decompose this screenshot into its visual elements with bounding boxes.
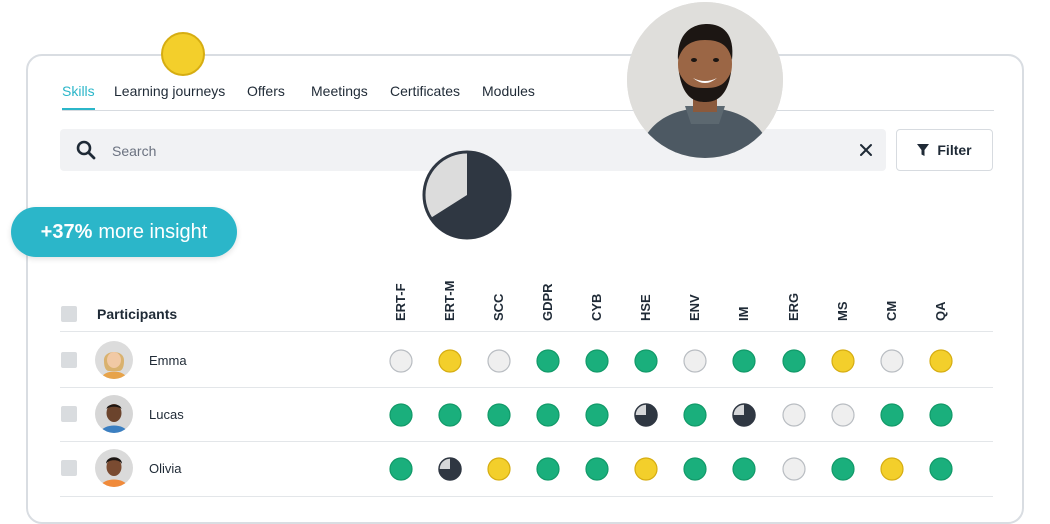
insight-badge: +37% more insight — [11, 207, 237, 257]
skill-status-green — [536, 403, 560, 427]
column-label-cm: CM — [884, 300, 899, 321]
participant-name: Emma — [149, 353, 187, 368]
row-divider — [60, 496, 993, 497]
skill-status-yellow — [438, 349, 462, 373]
skill-status-yellow — [831, 349, 855, 373]
skill-status-yellow — [487, 457, 511, 481]
skill-status-green — [929, 403, 953, 427]
skill-status-yellow — [634, 457, 658, 481]
tab-learning-journeys[interactable]: Learning journeys — [114, 83, 225, 99]
column-label-qa: QA — [933, 301, 948, 322]
row-divider — [60, 331, 993, 332]
row-divider — [60, 387, 993, 388]
filter-label: Filter — [937, 142, 972, 158]
skill-status-green — [487, 403, 511, 427]
skill-status-yellow — [880, 457, 904, 481]
column-label-cyb: CYB — [589, 293, 604, 321]
column-label-ms: MS — [835, 301, 850, 322]
avatar — [627, 2, 783, 158]
row-checkbox[interactable] — [61, 406, 77, 422]
column-label-erg: ERG — [786, 292, 801, 321]
tab-bar: Skills Learning journeys Offers Meetings… — [62, 80, 994, 111]
search-icon — [76, 140, 96, 160]
skill-status-green — [880, 403, 904, 427]
skill-status-green — [585, 457, 609, 481]
close-icon[interactable] — [858, 142, 874, 158]
column-label-ert-f: ERT-F — [393, 283, 408, 321]
skill-status-empty — [487, 349, 511, 373]
skill-status-partial — [438, 457, 462, 481]
tab-skills[interactable]: Skills — [62, 83, 95, 110]
column-label-im: IM — [736, 306, 751, 321]
column-label-ert-m: ERT-M — [442, 280, 457, 321]
skill-status-green — [782, 349, 806, 373]
skill-status-green — [732, 349, 756, 373]
skill-status-green — [831, 457, 855, 481]
participant-name: Lucas — [149, 407, 184, 422]
skill-status-green — [683, 457, 707, 481]
participants-header: Participants — [97, 306, 178, 322]
filter-button[interactable]: Filter — [896, 129, 993, 171]
skill-status-yellow — [929, 349, 953, 373]
column-label-gdpr: GDPR — [540, 283, 555, 321]
avatar — [95, 395, 133, 433]
avatar — [95, 341, 133, 379]
row-checkbox[interactable] — [61, 352, 77, 368]
skill-status-partial — [634, 403, 658, 427]
insight-text: more insight — [98, 220, 208, 243]
skill-status-green — [389, 457, 413, 481]
skill-status-empty — [782, 457, 806, 481]
skill-status-empty — [782, 403, 806, 427]
progress-pie-chart — [422, 150, 512, 240]
tab-modules[interactable]: Modules — [482, 83, 535, 99]
main-card — [26, 54, 1024, 524]
skill-status-empty — [683, 349, 707, 373]
tab-certificates[interactable]: Certificates — [390, 83, 460, 99]
tab-offers[interactable]: Offers — [247, 83, 285, 99]
skill-status-green — [438, 403, 462, 427]
column-label-scc: SCC — [491, 293, 506, 321]
skill-status-green — [536, 457, 560, 481]
skill-status-green — [585, 403, 609, 427]
row-divider — [60, 441, 993, 442]
skill-status-green — [536, 349, 560, 373]
skill-status-green — [683, 403, 707, 427]
tab-meetings[interactable]: Meetings — [311, 83, 368, 99]
skill-status-empty — [831, 403, 855, 427]
participant-name: Olivia — [149, 461, 182, 476]
column-label-env: ENV — [687, 294, 702, 321]
select-all-checkbox[interactable] — [61, 306, 77, 322]
insight-value: +37% — [40, 220, 93, 243]
skill-status-green — [389, 403, 413, 427]
skill-status-empty — [389, 349, 413, 373]
row-checkbox[interactable] — [61, 460, 77, 476]
column-label-hse: HSE — [638, 294, 653, 321]
skill-status-green — [929, 457, 953, 481]
filter-icon — [917, 143, 930, 156]
skill-status-green — [634, 349, 658, 373]
skill-status-empty — [880, 349, 904, 373]
skill-status-green — [732, 457, 756, 481]
skill-status-partial — [732, 403, 756, 427]
skill-status-green — [585, 349, 609, 373]
avatar — [95, 449, 133, 487]
decorative-yellow-dot — [161, 32, 205, 76]
